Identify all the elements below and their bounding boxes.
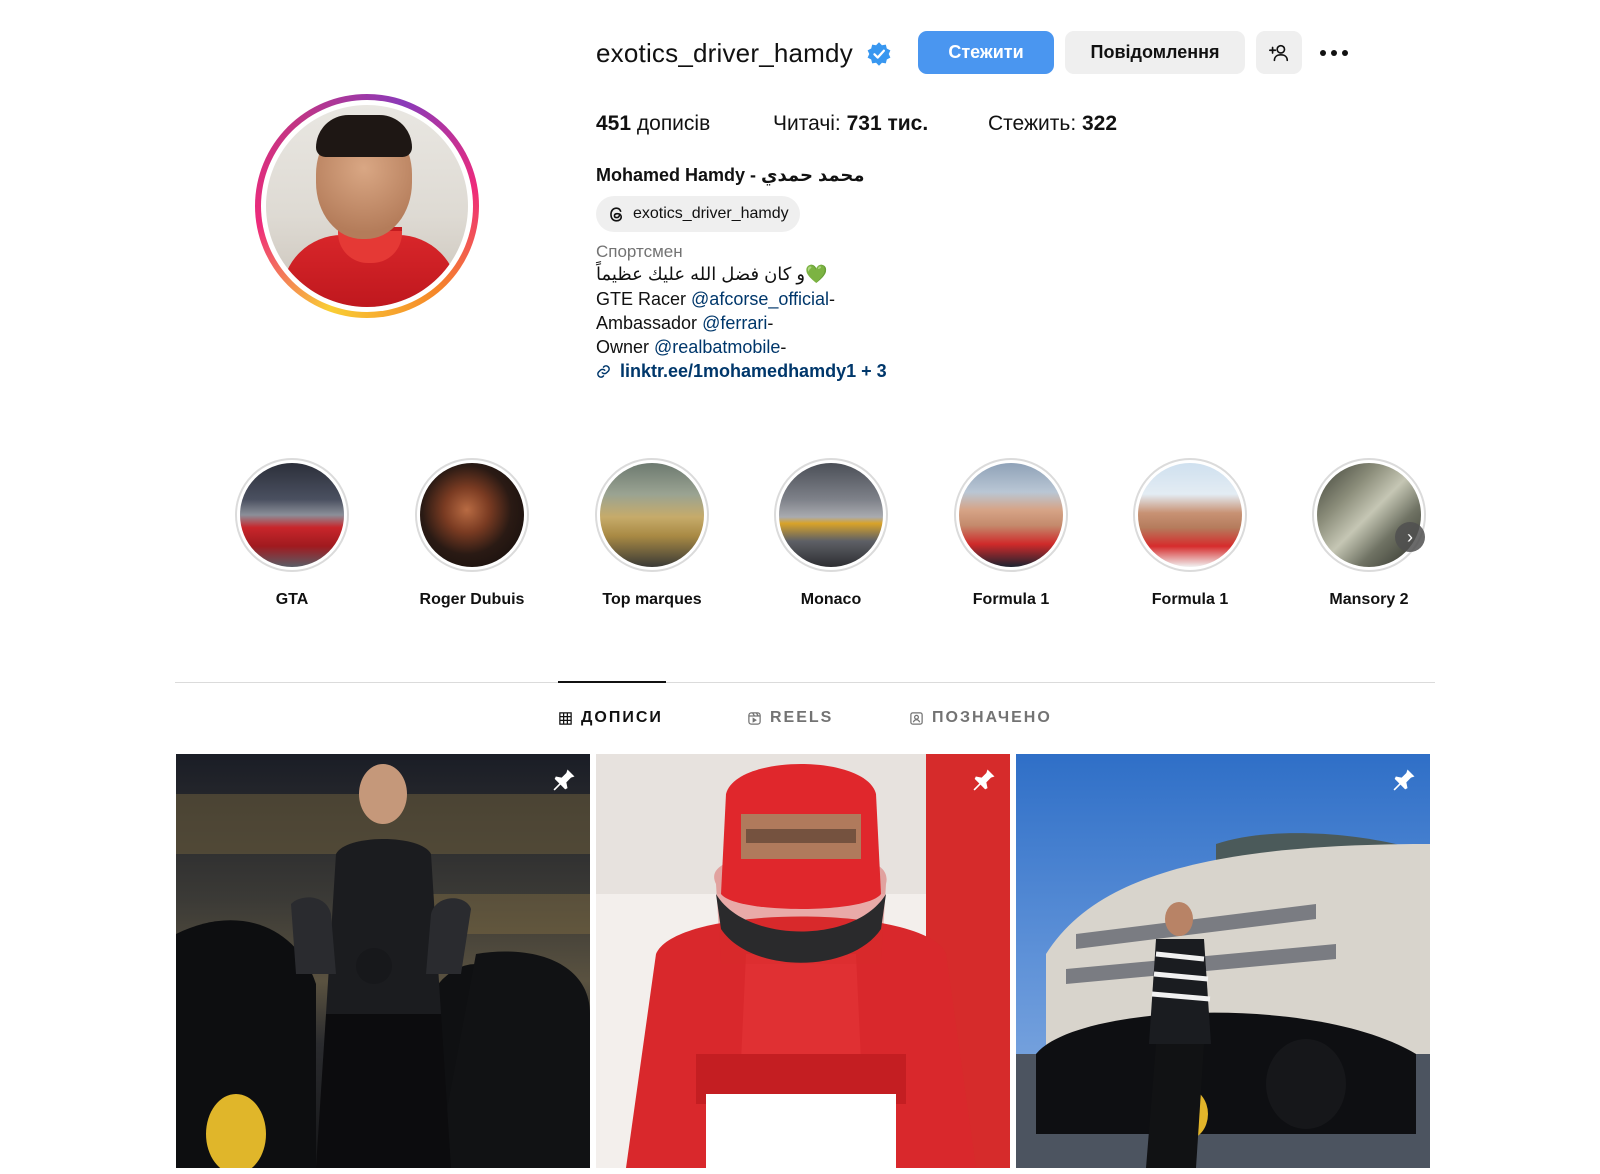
highlight-label: Formula 1: [972, 591, 1050, 608]
highlight-formula-1[interactable]: Formula 1: [951, 458, 1071, 609]
tab-posts[interactable]: ДОПИСИ: [558, 709, 663, 727]
bio-text: GTE Racer: [596, 289, 692, 309]
verified-badge-icon: [867, 42, 891, 66]
highlight-top-marques[interactable]: Top marques: [592, 458, 712, 609]
following-stat[interactable]: Стежить: 322: [988, 112, 1117, 136]
highlight-label: Monaco: [800, 591, 862, 608]
avatar-photo: [266, 105, 468, 307]
highlight-ring: [595, 458, 709, 572]
bio-arabic-line: و كان فضل الله عليك عظيماً💚: [596, 264, 828, 284]
posts-count: 451: [596, 112, 632, 135]
highlight-thumb: [959, 463, 1063, 567]
highlight-ring: [415, 458, 529, 572]
external-link[interactable]: linktr.ee/1mohamedhamdy1 + 3: [596, 361, 887, 382]
avatar-hair: [316, 115, 412, 157]
post-image-yacht-batmobile: [1016, 754, 1430, 1168]
highlight-ring: [1133, 458, 1247, 572]
highlight-thumb: [240, 463, 344, 567]
bio-text: -: [829, 289, 836, 309]
tab-label: ПОЗНАЧЕНО: [932, 709, 1052, 726]
highlight-label: Mansory 2: [1329, 591, 1409, 608]
post-image-batmobile-night: [176, 754, 590, 1168]
highlight-ring: [774, 458, 888, 572]
reels-icon: [748, 711, 761, 725]
tabs-divider: [175, 682, 1435, 683]
link-icon: [597, 365, 610, 378]
profile-full-name: Mohamed Hamdy - محمد حمدي: [596, 165, 865, 185]
tab-tagged[interactable]: ПОЗНАЧЕНО: [909, 709, 1052, 727]
highlight-ring: [235, 458, 349, 572]
post-thumbnail[interactable]: [596, 754, 1010, 1168]
post-thumbnail[interactable]: [1016, 754, 1430, 1168]
highlight-gta[interactable]: GTA: [232, 458, 352, 609]
suggest-users-button[interactable]: [1256, 31, 1302, 74]
bio-text: -: [767, 313, 774, 333]
followers-count: 731 тис.: [846, 112, 929, 135]
bio-line: GTE Racer @afcorse_official-: [596, 289, 835, 310]
following-label: Стежить:: [988, 112, 1082, 135]
threads-badge[interactable]: exotics_driver_hamdy: [596, 196, 800, 232]
grid-icon: [559, 711, 572, 725]
highlight-thumb: [600, 463, 704, 567]
following-count: 322: [1082, 112, 1118, 135]
tab-reels[interactable]: REELS: [747, 709, 833, 727]
mention-link[interactable]: @ferrari: [702, 313, 767, 333]
followers-label: Читачі:: [773, 112, 847, 135]
bio-line: Owner @realbatmobile-: [596, 337, 786, 358]
highlight-thumb: [1138, 463, 1242, 567]
profile-username: exotics_driver_hamdy: [596, 38, 853, 68]
mention-link[interactable]: @realbatmobile: [654, 337, 780, 357]
tab-label: ДОПИСИ: [581, 709, 663, 726]
external-link-text: linktr.ee/1mohamedhamdy1 + 3: [620, 361, 887, 381]
tab-label: REELS: [770, 709, 834, 726]
highlight-label: Formula 1: [1151, 591, 1229, 608]
bio-text: Ambassador: [596, 313, 703, 333]
highlight-ring: [954, 458, 1068, 572]
followers-stat[interactable]: Читачі: 731 тис.: [773, 112, 928, 136]
profile-category: Спортсмен: [596, 242, 683, 261]
post-thumbnail[interactable]: [176, 754, 590, 1168]
posts-label: дописів: [631, 112, 711, 135]
tagged-user-icon: [910, 711, 923, 725]
threads-icon: [610, 206, 623, 222]
bio-text: Owner: [596, 337, 655, 357]
chevron-right-icon[interactable]: ›: [1395, 522, 1425, 552]
add-user-icon: [1269, 44, 1289, 61]
bio-line: Ambassador @ferrari-: [596, 313, 773, 334]
posts-count-stat: 451 дописів: [596, 112, 710, 136]
pin-icon: [1393, 769, 1415, 791]
highlight-label: GTA: [275, 591, 309, 608]
highlight-thumb: [779, 463, 883, 567]
active-tab-indicator: [558, 681, 666, 683]
highlight-label: Roger Dubuis: [419, 591, 525, 608]
profile-avatar[interactable]: [255, 94, 479, 318]
highlight-monaco[interactable]: Monaco: [771, 458, 891, 609]
threads-handle: exotics_driver_hamdy: [633, 205, 789, 222]
highlight-label: Top marques: [602, 591, 702, 608]
bio-text: -: [780, 337, 787, 357]
more-options-icon[interactable]: [1317, 43, 1351, 63]
post-image-racing-driver: [596, 754, 1010, 1168]
mention-link[interactable]: @afcorse_official: [691, 289, 829, 309]
highlight-roger-dubuis[interactable]: Roger Dubuis: [412, 458, 532, 609]
highlight-thumb: [420, 463, 524, 567]
pin-icon: [973, 769, 995, 791]
follow-button[interactable]: Стежити: [918, 31, 1054, 74]
highlight-formula-1-second[interactable]: Formula 1: [1130, 458, 1250, 609]
avatar-border: [261, 100, 473, 312]
message-button[interactable]: Повідомлення: [1065, 31, 1245, 74]
pin-icon: [553, 769, 575, 791]
highlight-ring: [1312, 458, 1426, 572]
